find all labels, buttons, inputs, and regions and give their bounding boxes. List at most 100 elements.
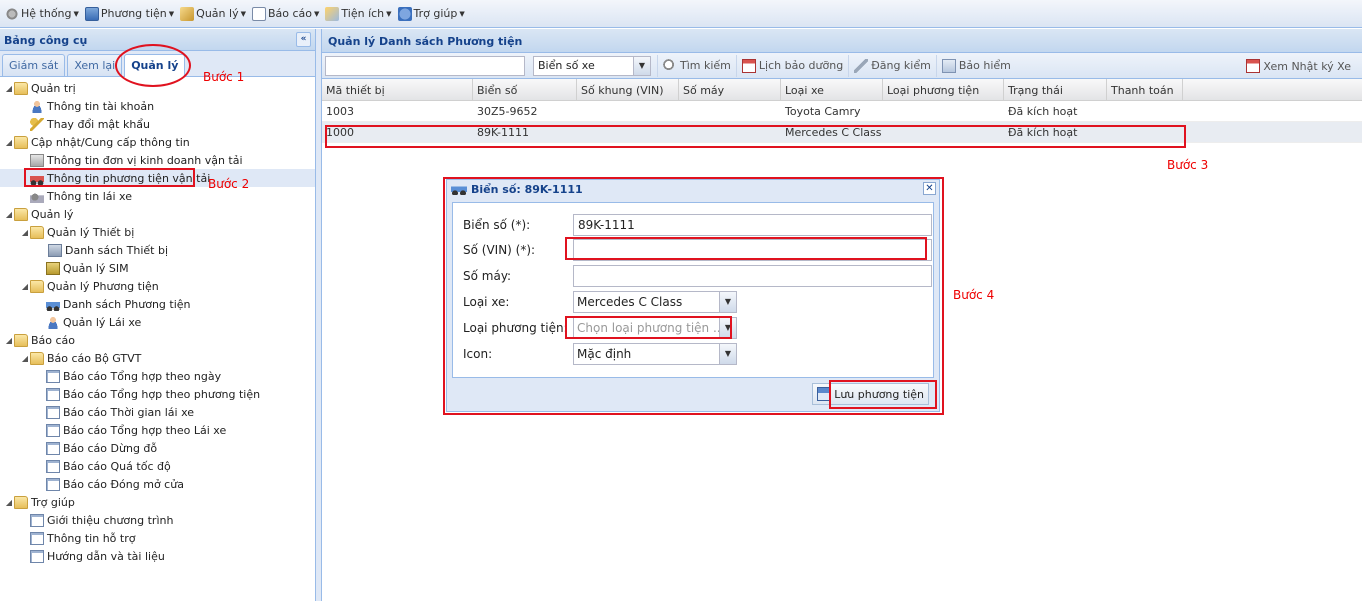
- step4-label: Bước 4: [953, 288, 995, 302]
- expand-icon[interactable]: ◢: [4, 84, 14, 93]
- expand-icon[interactable]: ◢: [20, 354, 30, 363]
- tree-node-report-driving-time[interactable]: Báo cáo Thời gian lái xe: [0, 403, 315, 421]
- expand-icon[interactable]: ◢: [4, 498, 14, 507]
- building-icon: [30, 153, 44, 167]
- tree-node-report-by-driver[interactable]: Báo cáo Tổng hợp theo Lái xe: [0, 421, 315, 439]
- search-field-select[interactable]: Biển số xe ▼: [533, 55, 651, 76]
- folder-icon: [30, 351, 44, 365]
- tree-node-company-info[interactable]: Thông tin đơn vị kinh doanh vận tải: [0, 151, 315, 169]
- tree-node-account-info[interactable]: Thông tin tài khoản: [0, 97, 315, 115]
- dropdown-arrow-icon: ▼: [459, 9, 465, 18]
- col-car-type[interactable]: Loại xe: [781, 79, 883, 101]
- tree-node-report-by-vehicle[interactable]: Báo cáo Tổng hợp theo phương tiện: [0, 385, 315, 403]
- tree-node-sim-mgmt[interactable]: Quản lý SIM: [0, 259, 315, 277]
- dropdown-arrow-icon: ▼: [240, 9, 246, 18]
- folder-icon: [14, 135, 28, 149]
- calendar-icon: [741, 58, 756, 73]
- col-vehicle-type[interactable]: Loại phương tiện: [883, 79, 1004, 101]
- folder-icon: [30, 225, 44, 239]
- tree-node-quan-ly[interactable]: ◢ Quản lý: [0, 205, 315, 223]
- step1-highlight: [115, 44, 191, 87]
- tree-node-device-list[interactable]: Danh sách Thiết bị: [0, 241, 315, 259]
- report-icon: [30, 549, 44, 563]
- report-icon: [30, 513, 44, 527]
- dropdown-arrow-icon: ▼: [168, 9, 175, 18]
- report-icon: [46, 441, 60, 455]
- search-input[interactable]: [325, 55, 525, 76]
- col-plate[interactable]: Biển số: [473, 79, 577, 101]
- expand-icon[interactable]: ◢: [20, 228, 30, 237]
- tv-icon: [84, 6, 99, 21]
- doc-icon: [251, 6, 266, 21]
- search-button[interactable]: Tìm kiếm: [657, 54, 736, 77]
- wrench-icon: [854, 58, 869, 73]
- tree-node-gtvt-reports[interactable]: ◢ Báo cáo Bộ GTVT: [0, 349, 315, 367]
- card-icon: [941, 58, 956, 73]
- tree-node-report-stops[interactable]: Báo cáo Dừng đỗ: [0, 439, 315, 457]
- dropdown-arrow-icon: ▼: [314, 9, 320, 18]
- report-icon: [46, 423, 60, 437]
- menu-tro-giup[interactable]: Trợ giúp ▼: [395, 3, 468, 25]
- inspection-button[interactable]: Đăng kiểm: [848, 54, 936, 77]
- folder-icon: [14, 495, 28, 509]
- tree-node-docs[interactable]: Hướng dẫn và tài liệu: [0, 547, 315, 565]
- menu-quan-ly[interactable]: Quản lý ▼: [177, 3, 249, 25]
- car-icon: [46, 297, 60, 311]
- tree-node-device-mgmt[interactable]: ◢ Quản lý Thiết bị: [0, 223, 315, 241]
- vehicle-toolbar: Biển số xe ▼ Tìm kiếm Lịch bảo dưỡng Đăng…: [322, 53, 1362, 79]
- expand-icon[interactable]: ◢: [4, 210, 14, 219]
- collapse-panel-button[interactable]: «: [296, 32, 311, 47]
- tree-node-driver-mgmt[interactable]: Quản lý Lái xe: [0, 313, 315, 331]
- step3-label: Bước 3: [1167, 158, 1209, 172]
- tab-xem-lai[interactable]: Xem lại: [67, 54, 123, 76]
- tree-node-vehicle-mgmt[interactable]: ◢ Quản lý Phương tiện: [0, 277, 315, 295]
- col-vin[interactable]: Số khung (VIN): [577, 79, 679, 101]
- tree-node-bao-cao[interactable]: ◢ Báo cáo: [0, 331, 315, 349]
- expand-icon[interactable]: ◢: [4, 336, 14, 345]
- report-icon: [46, 459, 60, 473]
- user-icon: [30, 99, 44, 113]
- menu-tien-ich[interactable]: Tiện ích ▼: [322, 3, 394, 25]
- user-icon: [46, 315, 60, 329]
- folder-icon: [30, 279, 44, 293]
- tree-node-report-daily[interactable]: Báo cáo Tổng hợp theo ngày: [0, 367, 315, 385]
- tree-node-tro-giup[interactable]: ◢ Trợ giúp: [0, 493, 315, 511]
- col-engine[interactable]: Số máy: [679, 79, 781, 101]
- tree-node-report-speeding[interactable]: Báo cáo Quá tốc độ: [0, 457, 315, 475]
- tree-node-report-doors[interactable]: Báo cáo Đóng mở cửa: [0, 475, 315, 493]
- table-row[interactable]: 1003 30Z5-9652 Toyota Camry Đã kích hoạt: [322, 101, 1362, 122]
- expand-icon[interactable]: ◢: [4, 138, 14, 147]
- save-highlight: [829, 380, 937, 409]
- tree-node-change-password[interactable]: Thay đổi mật khẩu: [0, 115, 315, 133]
- tree-node-update-info[interactable]: ◢ Cập nhật/Cung cấp thông tin: [0, 133, 315, 151]
- menu-he-thong[interactable]: Hệ thống ▼: [2, 3, 82, 25]
- tools-icon: [325, 6, 340, 21]
- tree-node-driver-info[interactable]: Thông tin lái xe: [0, 187, 315, 205]
- grid-header: Mã thiết bị Biển số Số khung (VIN) Số má…: [322, 79, 1362, 101]
- maintenance-schedule-button[interactable]: Lịch bảo dưỡng: [735, 54, 848, 77]
- col-payment[interactable]: Thanh toán: [1107, 79, 1183, 101]
- col-device-id[interactable]: Mã thiết bị: [322, 79, 473, 101]
- folder-icon: [14, 333, 28, 347]
- tree-node-vehicle-list[interactable]: Danh sách Phương tiện: [0, 295, 315, 313]
- col-status[interactable]: Trạng thái: [1004, 79, 1107, 101]
- insurance-button[interactable]: Bảo hiểm: [935, 54, 1016, 77]
- menu-phuong-tien[interactable]: Phương tiện ▼: [82, 3, 177, 25]
- menu-bao-cao[interactable]: Báo cáo ▼: [249, 3, 322, 25]
- dropdown-arrow-icon: ▼: [73, 9, 79, 18]
- device-icon: [48, 243, 62, 257]
- folder-icon: [14, 81, 28, 95]
- vehicle-log-button[interactable]: Xem Nhật ký Xe: [1241, 55, 1356, 77]
- key-icon: [30, 117, 44, 131]
- step3-highlight: [325, 125, 1186, 148]
- driver-icon: [30, 189, 44, 203]
- chevron-down-icon[interactable]: ▼: [633, 56, 650, 75]
- vehicle-list-title: Quản lý Danh sách Phương tiện: [322, 29, 1362, 53]
- tree-node-about[interactable]: Giới thiệu chương trình: [0, 511, 315, 529]
- report-icon: [46, 405, 60, 419]
- tree-node-support[interactable]: Thông tin hỗ trợ: [0, 529, 315, 547]
- sim-card-icon: [46, 261, 60, 275]
- dropdown-arrow-icon: ▼: [386, 9, 392, 18]
- tab-giam-sat[interactable]: Giám sát: [2, 54, 66, 76]
- expand-icon[interactable]: ◢: [20, 282, 30, 291]
